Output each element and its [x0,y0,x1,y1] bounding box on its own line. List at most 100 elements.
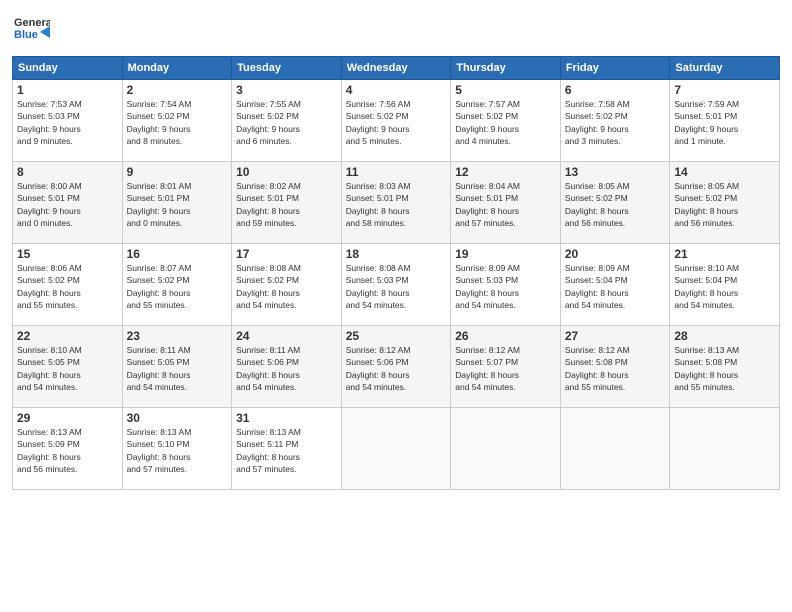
day-number: 5 [455,83,556,97]
weekday-header-saturday: Saturday [670,57,780,80]
day-info: Sunrise: 7:59 AM Sunset: 5:01 PM Dayligh… [674,98,775,147]
svg-text:General: General [14,17,50,29]
calendar-week-1: 1Sunrise: 7:53 AM Sunset: 5:03 PM Daylig… [13,80,780,162]
day-number: 28 [674,329,775,343]
calendar-cell [341,408,451,490]
calendar-cell: 1Sunrise: 7:53 AM Sunset: 5:03 PM Daylig… [13,80,123,162]
day-info: Sunrise: 8:06 AM Sunset: 5:02 PM Dayligh… [17,262,118,311]
day-info: Sunrise: 7:55 AM Sunset: 5:02 PM Dayligh… [236,98,337,147]
calendar-table: SundayMondayTuesdayWednesdayThursdayFrid… [12,56,780,490]
day-number: 11 [346,165,447,179]
calendar-cell: 27Sunrise: 8:12 AM Sunset: 5:08 PM Dayli… [560,326,670,408]
calendar-cell: 16Sunrise: 8:07 AM Sunset: 5:02 PM Dayli… [122,244,232,326]
svg-text:Blue: Blue [14,29,38,41]
day-number: 30 [127,411,228,425]
calendar-cell: 31Sunrise: 8:13 AM Sunset: 5:11 PM Dayli… [232,408,342,490]
calendar-cell: 14Sunrise: 8:05 AM Sunset: 5:02 PM Dayli… [670,162,780,244]
logo: General Blue [12,10,50,48]
day-number: 16 [127,247,228,261]
header: General Blue [12,10,780,48]
day-info: Sunrise: 8:12 AM Sunset: 5:06 PM Dayligh… [346,344,447,393]
calendar-cell: 24Sunrise: 8:11 AM Sunset: 5:06 PM Dayli… [232,326,342,408]
day-info: Sunrise: 8:08 AM Sunset: 5:02 PM Dayligh… [236,262,337,311]
day-number: 29 [17,411,118,425]
calendar-cell: 22Sunrise: 8:10 AM Sunset: 5:05 PM Dayli… [13,326,123,408]
day-number: 9 [127,165,228,179]
day-info: Sunrise: 8:01 AM Sunset: 5:01 PM Dayligh… [127,180,228,229]
calendar-cell: 20Sunrise: 8:09 AM Sunset: 5:04 PM Dayli… [560,244,670,326]
day-number: 17 [236,247,337,261]
day-number: 24 [236,329,337,343]
calendar-cell: 21Sunrise: 8:10 AM Sunset: 5:04 PM Dayli… [670,244,780,326]
calendar-cell: 9Sunrise: 8:01 AM Sunset: 5:01 PM Daylig… [122,162,232,244]
calendar-cell: 8Sunrise: 8:00 AM Sunset: 5:01 PM Daylig… [13,162,123,244]
day-info: Sunrise: 8:05 AM Sunset: 5:02 PM Dayligh… [674,180,775,229]
day-number: 14 [674,165,775,179]
calendar-cell: 4Sunrise: 7:56 AM Sunset: 5:02 PM Daylig… [341,80,451,162]
day-info: Sunrise: 8:00 AM Sunset: 5:01 PM Dayligh… [17,180,118,229]
day-info: Sunrise: 8:07 AM Sunset: 5:02 PM Dayligh… [127,262,228,311]
calendar-cell: 11Sunrise: 8:03 AM Sunset: 5:01 PM Dayli… [341,162,451,244]
day-info: Sunrise: 7:57 AM Sunset: 5:02 PM Dayligh… [455,98,556,147]
day-number: 6 [565,83,666,97]
calendar-week-2: 8Sunrise: 8:00 AM Sunset: 5:01 PM Daylig… [13,162,780,244]
calendar-cell [560,408,670,490]
day-number: 1 [17,83,118,97]
calendar-body: 1Sunrise: 7:53 AM Sunset: 5:03 PM Daylig… [13,80,780,490]
day-info: Sunrise: 8:10 AM Sunset: 5:05 PM Dayligh… [17,344,118,393]
day-info: Sunrise: 8:12 AM Sunset: 5:08 PM Dayligh… [565,344,666,393]
day-info: Sunrise: 8:08 AM Sunset: 5:03 PM Dayligh… [346,262,447,311]
weekday-header-monday: Monday [122,57,232,80]
day-number: 13 [565,165,666,179]
calendar-cell: 6Sunrise: 7:58 AM Sunset: 5:02 PM Daylig… [560,80,670,162]
weekday-header-friday: Friday [560,57,670,80]
calendar-cell: 7Sunrise: 7:59 AM Sunset: 5:01 PM Daylig… [670,80,780,162]
day-info: Sunrise: 8:04 AM Sunset: 5:01 PM Dayligh… [455,180,556,229]
day-number: 21 [674,247,775,261]
calendar-cell: 19Sunrise: 8:09 AM Sunset: 5:03 PM Dayli… [451,244,561,326]
day-info: Sunrise: 7:53 AM Sunset: 5:03 PM Dayligh… [17,98,118,147]
calendar-cell: 29Sunrise: 8:13 AM Sunset: 5:09 PM Dayli… [13,408,123,490]
day-number: 19 [455,247,556,261]
day-info: Sunrise: 8:13 AM Sunset: 5:10 PM Dayligh… [127,426,228,475]
day-number: 23 [127,329,228,343]
day-number: 25 [346,329,447,343]
calendar-cell: 23Sunrise: 8:11 AM Sunset: 5:05 PM Dayli… [122,326,232,408]
calendar-cell: 3Sunrise: 7:55 AM Sunset: 5:02 PM Daylig… [232,80,342,162]
day-info: Sunrise: 8:13 AM Sunset: 5:08 PM Dayligh… [674,344,775,393]
calendar-cell [451,408,561,490]
page-container: General Blue SundayMondayTuesdayWednesda… [0,0,792,498]
calendar-week-4: 22Sunrise: 8:10 AM Sunset: 5:05 PM Dayli… [13,326,780,408]
day-info: Sunrise: 8:03 AM Sunset: 5:01 PM Dayligh… [346,180,447,229]
calendar-cell: 15Sunrise: 8:06 AM Sunset: 5:02 PM Dayli… [13,244,123,326]
day-info: Sunrise: 8:13 AM Sunset: 5:09 PM Dayligh… [17,426,118,475]
calendar-cell: 2Sunrise: 7:54 AM Sunset: 5:02 PM Daylig… [122,80,232,162]
day-info: Sunrise: 7:58 AM Sunset: 5:02 PM Dayligh… [565,98,666,147]
day-number: 18 [346,247,447,261]
calendar-cell: 25Sunrise: 8:12 AM Sunset: 5:06 PM Dayli… [341,326,451,408]
day-info: Sunrise: 8:11 AM Sunset: 5:05 PM Dayligh… [127,344,228,393]
day-info: Sunrise: 8:13 AM Sunset: 5:11 PM Dayligh… [236,426,337,475]
calendar-cell: 12Sunrise: 8:04 AM Sunset: 5:01 PM Dayli… [451,162,561,244]
day-number: 3 [236,83,337,97]
day-number: 22 [17,329,118,343]
weekday-header-row: SundayMondayTuesdayWednesdayThursdayFrid… [13,57,780,80]
day-number: 27 [565,329,666,343]
day-info: Sunrise: 8:02 AM Sunset: 5:01 PM Dayligh… [236,180,337,229]
calendar-cell [670,408,780,490]
day-number: 8 [17,165,118,179]
calendar-week-5: 29Sunrise: 8:13 AM Sunset: 5:09 PM Dayli… [13,408,780,490]
day-info: Sunrise: 7:54 AM Sunset: 5:02 PM Dayligh… [127,98,228,147]
weekday-header-sunday: Sunday [13,57,123,80]
day-number: 2 [127,83,228,97]
calendar-cell: 28Sunrise: 8:13 AM Sunset: 5:08 PM Dayli… [670,326,780,408]
day-number: 4 [346,83,447,97]
day-number: 26 [455,329,556,343]
day-info: Sunrise: 8:10 AM Sunset: 5:04 PM Dayligh… [674,262,775,311]
day-info: Sunrise: 8:09 AM Sunset: 5:03 PM Dayligh… [455,262,556,311]
day-number: 10 [236,165,337,179]
calendar-cell: 18Sunrise: 8:08 AM Sunset: 5:03 PM Dayli… [341,244,451,326]
weekday-header-tuesday: Tuesday [232,57,342,80]
calendar-cell: 17Sunrise: 8:08 AM Sunset: 5:02 PM Dayli… [232,244,342,326]
logo-icon: General Blue [12,10,50,48]
